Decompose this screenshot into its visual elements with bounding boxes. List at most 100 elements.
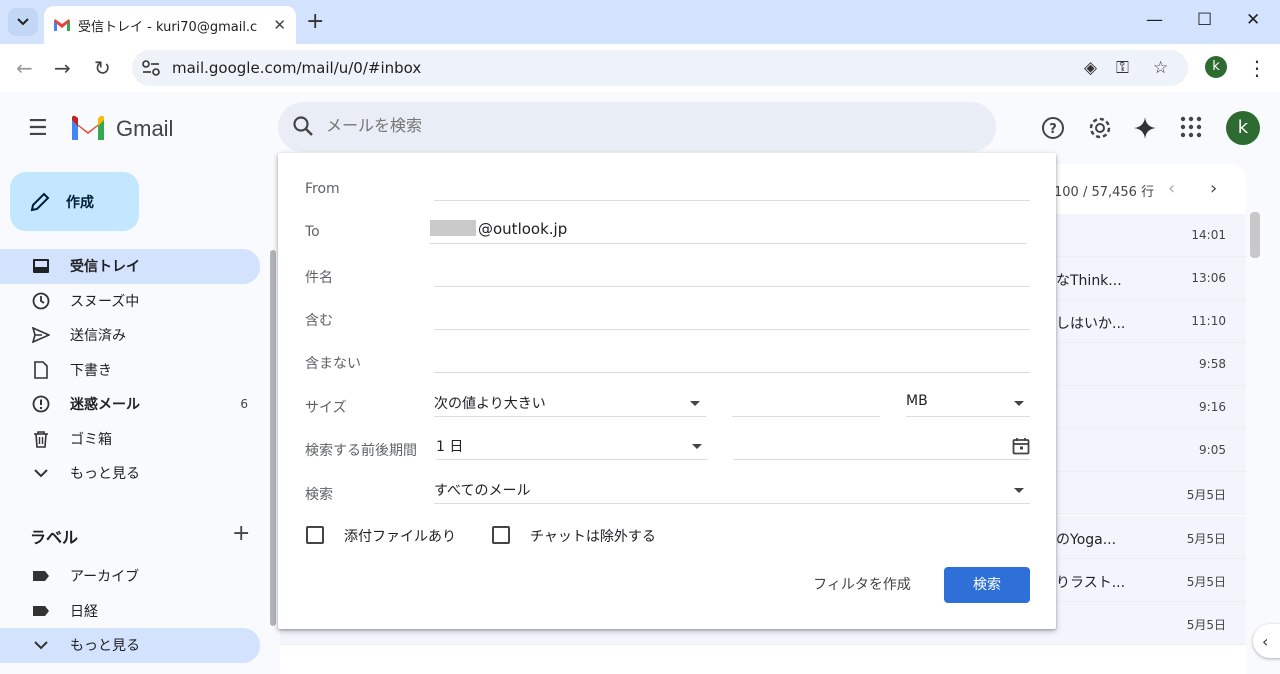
site-info-icon[interactable] bbox=[142, 60, 160, 76]
mail-snippet: のYoga... bbox=[1056, 532, 1117, 548]
label-tag-icon bbox=[32, 567, 50, 585]
size-unit-select[interactable]: MB bbox=[906, 393, 1030, 417]
extension-icon[interactable]: ◈ bbox=[1084, 58, 1097, 78]
add-label-button[interactable]: + bbox=[232, 521, 250, 546]
mail-time: 9:05 bbox=[1199, 443, 1226, 457]
new-tab-button[interactable]: + bbox=[306, 8, 324, 36]
chevron-down-icon bbox=[32, 464, 50, 482]
has-attachment-label: 添付ファイルあり bbox=[344, 529, 456, 545]
browser-tab[interactable]: 受信トレイ - kuri70@gmail.com ✕ bbox=[44, 6, 296, 44]
clock-icon bbox=[32, 292, 50, 310]
not-words-label: 含まない bbox=[305, 356, 361, 372]
to-field[interactable]: @outlook.jp bbox=[430, 220, 1026, 244]
search-in-value: すべてのメール bbox=[434, 483, 531, 499]
browser-menu-icon[interactable]: ⋮ bbox=[1247, 56, 1267, 80]
pencil-icon bbox=[30, 192, 50, 211]
mail-time: 9:58 bbox=[1199, 357, 1226, 371]
mail-time: 13:06 bbox=[1191, 271, 1226, 285]
sidebar-item-spam[interactable]: 迷惑メール 6 bbox=[0, 387, 260, 422]
create-filter-button[interactable]: フィルタを作成 bbox=[802, 567, 922, 603]
sidebar-label-nikkei[interactable]: 日経 bbox=[0, 594, 260, 629]
next-page-button[interactable]: › bbox=[1210, 178, 1217, 199]
search-icon[interactable] bbox=[292, 115, 314, 137]
not-words-field[interactable] bbox=[434, 349, 1030, 373]
sidebar-item-inbox[interactable]: 受信トレイ bbox=[0, 249, 260, 284]
address-bar[interactable]: mail.google.com/mail/u/0/#inbox ◈ ⚿ ☆ bbox=[132, 50, 1188, 86]
mail-time: 5月5日 bbox=[1186, 575, 1226, 589]
size-unit-value: MB bbox=[906, 393, 928, 409]
search-input[interactable] bbox=[326, 116, 926, 135]
sidebar-item-sent[interactable]: 送信済み bbox=[0, 318, 260, 353]
forward-button[interactable]: → bbox=[54, 56, 71, 80]
mail-time: 14:01 bbox=[1191, 228, 1226, 242]
back-button[interactable]: ← bbox=[16, 56, 33, 80]
size-value-field[interactable] bbox=[732, 393, 880, 417]
sidebar-item-label: 日経 bbox=[70, 603, 98, 620]
sidebar-item-trash[interactable]: ゴミ箱 bbox=[0, 422, 260, 457]
dropdown-caret-icon bbox=[692, 444, 702, 449]
date-range-select[interactable]: 1 日 bbox=[436, 436, 708, 460]
search-bar[interactable] bbox=[278, 102, 996, 152]
size-operator-value: 次の値より大きい bbox=[434, 396, 546, 412]
gmail-logo-icon[interactable] bbox=[70, 114, 106, 142]
has-words-label: 含む bbox=[305, 313, 333, 329]
sidebar-scrollbar[interactable] bbox=[270, 250, 276, 626]
sidebar-item-snoozed[interactable]: スヌーズ中 bbox=[0, 284, 260, 319]
sidebar-item-label: 下書き bbox=[70, 362, 112, 379]
calendar-icon[interactable] bbox=[1012, 437, 1030, 455]
account-avatar[interactable]: k bbox=[1226, 111, 1260, 145]
size-label: サイズ bbox=[305, 400, 347, 416]
sidebar-label-archive[interactable]: アーカイブ bbox=[0, 559, 260, 594]
mail-snippet: しはいか... bbox=[1056, 316, 1126, 332]
has-words-field[interactable] bbox=[434, 306, 1030, 330]
from-field[interactable] bbox=[434, 177, 1030, 201]
reload-button[interactable]: ↻ bbox=[94, 56, 111, 80]
subject-field[interactable] bbox=[434, 263, 1030, 287]
tab-search-button[interactable] bbox=[8, 8, 38, 36]
compose-button[interactable]: 作成 bbox=[10, 172, 139, 231]
sidebar-item-label: ゴミ箱 bbox=[70, 431, 112, 448]
password-key-icon[interactable]: ⚿ bbox=[1116, 58, 1129, 78]
exclude-chats-checkbox[interactable] bbox=[492, 526, 510, 544]
gemini-sparkle-icon[interactable] bbox=[1133, 116, 1157, 140]
main-menu-icon[interactable]: ☰ bbox=[28, 116, 48, 141]
gmail-logo-text: Gmail bbox=[116, 116, 174, 141]
dropdown-caret-icon bbox=[690, 401, 700, 406]
mail-time: 5月5日 bbox=[1186, 488, 1226, 502]
label-list: アーカイブ 日経 もっと見る bbox=[0, 559, 260, 663]
search-submit-button[interactable]: 検索 bbox=[944, 567, 1030, 603]
send-icon bbox=[32, 326, 50, 344]
side-panel-toggle-button[interactable]: ‹ bbox=[1253, 624, 1280, 658]
to-label: To bbox=[305, 224, 320, 240]
sidebar-item-drafts[interactable]: 下書き bbox=[0, 353, 260, 388]
mail-time: 11:10 bbox=[1191, 314, 1226, 328]
date-field[interactable] bbox=[734, 436, 1030, 460]
tab-close-icon[interactable]: ✕ bbox=[273, 16, 286, 34]
chevron-down-icon bbox=[32, 636, 50, 654]
mail-list-scrollbar[interactable] bbox=[1250, 212, 1260, 258]
help-icon[interactable]: ? bbox=[1041, 116, 1065, 140]
maximize-button[interactable]: ☐ bbox=[1197, 10, 1212, 30]
mail-snippet: りラスト... bbox=[1056, 575, 1126, 591]
prev-page-button[interactable]: ‹ bbox=[1168, 178, 1175, 199]
has-attachment-checkbox[interactable] bbox=[306, 526, 324, 544]
minimize-button[interactable]: — bbox=[1146, 10, 1163, 30]
size-operator-select[interactable]: 次の値より大きい bbox=[434, 393, 706, 417]
sidebar-labels-more[interactable]: もっと見る bbox=[0, 628, 260, 663]
bookmark-star-icon[interactable]: ☆ bbox=[1153, 58, 1168, 78]
from-label: From bbox=[305, 181, 340, 197]
sidebar-item-label: 送信済み bbox=[70, 328, 126, 345]
mail-time: 9:16 bbox=[1199, 400, 1226, 414]
search-in-select[interactable]: すべてのメール bbox=[434, 480, 1030, 504]
sidebar-item-more[interactable]: もっと見る bbox=[0, 456, 260, 491]
browser-profile-avatar[interactable]: k bbox=[1205, 56, 1227, 78]
date-range-label: 検索する前後期間 bbox=[305, 443, 417, 459]
dropdown-caret-icon bbox=[1014, 488, 1024, 493]
browser-tabstrip: 受信トレイ - kuri70@gmail.com ✕ + — ☐ ✕ bbox=[0, 0, 1280, 44]
to-value: @outlook.jp bbox=[478, 220, 568, 238]
chevron-down-icon bbox=[17, 18, 29, 26]
sidebar-item-label: 迷惑メール bbox=[70, 397, 140, 414]
settings-gear-icon[interactable] bbox=[1088, 116, 1112, 140]
apps-grid-icon[interactable] bbox=[1180, 116, 1202, 138]
close-window-button[interactable]: ✕ bbox=[1246, 10, 1260, 30]
